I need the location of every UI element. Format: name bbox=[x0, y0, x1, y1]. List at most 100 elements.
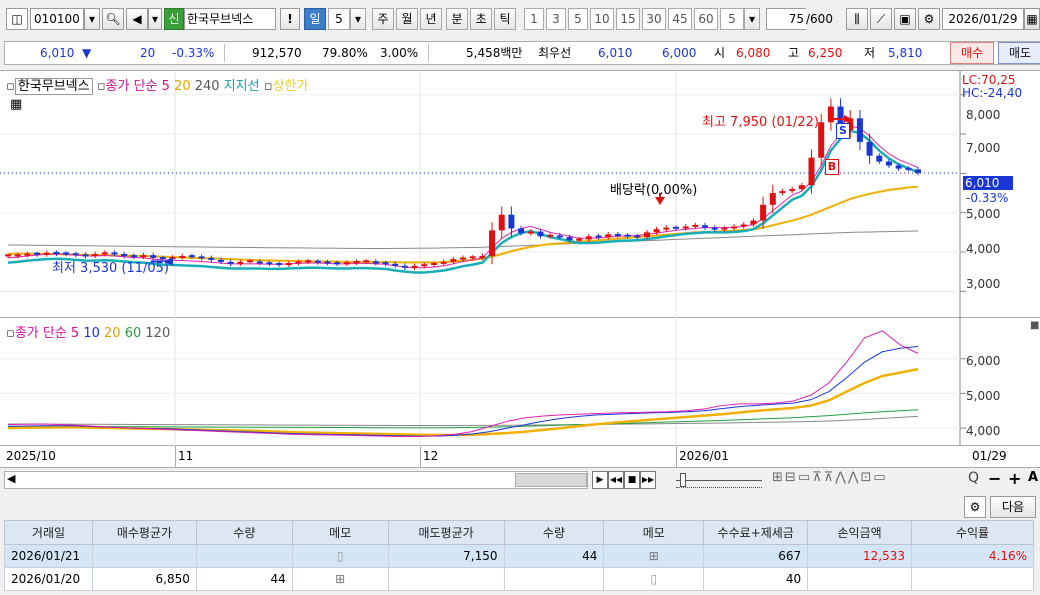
candle bbox=[305, 260, 312, 263]
minute-30[interactable]: 30 bbox=[642, 8, 666, 30]
next-button[interactable]: 다음 bbox=[990, 496, 1036, 518]
support-line bbox=[7, 129, 919, 274]
tool-icon: ▭ bbox=[797, 470, 813, 485]
window-menu-icon[interactable]: ◫ bbox=[6, 8, 28, 30]
col-header[interactable]: 매도평균가 bbox=[387, 520, 505, 545]
search-icon[interactable]: 🔍︎ bbox=[102, 8, 124, 30]
candle bbox=[440, 261, 447, 264]
tab-daily[interactable]: 일 bbox=[304, 8, 326, 30]
x-tick-label: 11 bbox=[178, 449, 194, 463]
candle bbox=[721, 227, 728, 230]
grid-icon[interactable]: ▦ bbox=[10, 97, 22, 112]
legend-stock: 한국무브넥스 bbox=[14, 78, 93, 95]
minute-5[interactable]: 5 bbox=[568, 8, 588, 30]
tick-label: 7,000 bbox=[966, 141, 1001, 155]
tab-second[interactable]: 초 bbox=[470, 8, 492, 30]
price-chart[interactable] bbox=[0, 71, 1040, 319]
sound-icon[interactable]: ◀︎ bbox=[126, 8, 148, 30]
stock-code-input[interactable]: 010100 bbox=[30, 8, 84, 30]
minute-custom-field[interactable]: 5 bbox=[720, 8, 744, 30]
memo-edit-icon[interactable]: ⊞ bbox=[291, 567, 389, 591]
day-count-dropdown-icon[interactable]: ▾ bbox=[350, 8, 366, 30]
minute-3[interactable]: 3 bbox=[546, 8, 566, 30]
save-icon[interactable]: ▣ bbox=[894, 8, 916, 30]
memo-edit-icon[interactable]: ⊞ bbox=[603, 544, 705, 568]
turnover: 3.00% bbox=[380, 46, 419, 60]
candle bbox=[731, 226, 738, 229]
info-button[interactable]: ! bbox=[280, 8, 300, 30]
candle bbox=[401, 265, 408, 268]
scroll-thumb[interactable] bbox=[515, 473, 587, 487]
low-label: 저 bbox=[864, 46, 876, 60]
minute-1[interactable]: 1 bbox=[524, 8, 544, 30]
candle bbox=[915, 169, 921, 173]
minute-10[interactable]: 10 bbox=[590, 8, 614, 30]
table-row[interactable]: 2026/01/21 ▯ 7,150 44 ⊞ 667 12,533 4.16% bbox=[4, 544, 1034, 568]
sell-button[interactable]: 매도 bbox=[998, 42, 1040, 64]
draw-line-icon[interactable]: ⟋ bbox=[870, 8, 892, 30]
minute-15[interactable]: 15 bbox=[616, 8, 640, 30]
tab-yearly[interactable]: 년 bbox=[420, 8, 442, 30]
minute-60[interactable]: 60 bbox=[694, 8, 718, 30]
candle bbox=[605, 234, 612, 238]
zoom-in-button[interactable]: + bbox=[1008, 469, 1021, 488]
col-header[interactable]: 수익률 bbox=[911, 520, 1034, 545]
candle bbox=[682, 226, 689, 229]
sound-dropdown-icon[interactable]: ▾ bbox=[148, 8, 162, 30]
drawing-tools[interactable]: ⊞⊟▭⊼⊼⋀⋀⊡▭ bbox=[772, 470, 888, 485]
volume-ratio: 79.80% bbox=[322, 46, 368, 60]
table-row[interactable]: 2026/01/20 6,850 44 ⊞ ▯ 40 bbox=[4, 567, 1034, 591]
day-count-field[interactable]: 5 bbox=[328, 8, 350, 30]
col-header[interactable]: 매수평균가 bbox=[91, 520, 197, 545]
tab-monthly[interactable]: 월 bbox=[396, 8, 418, 30]
candle bbox=[750, 220, 757, 225]
candle bbox=[702, 225, 709, 228]
fast-forward-button[interactable]: ▶▶ bbox=[640, 471, 656, 489]
tab-weekly[interactable]: 주 bbox=[372, 8, 394, 30]
legend-ma20: 20 bbox=[174, 79, 191, 94]
date-input[interactable]: 2026/01/29 bbox=[942, 8, 1024, 30]
ma20-line bbox=[7, 185, 919, 264]
col-header[interactable]: 수수료+제세금 bbox=[703, 520, 809, 545]
tick-label: 8,000 bbox=[966, 108, 1001, 122]
play-button[interactable]: ▶ bbox=[592, 471, 608, 489]
calendar-icon[interactable]: ▦ bbox=[1024, 8, 1040, 30]
buy-button[interactable]: 매수 bbox=[950, 42, 994, 64]
memo-icon[interactable]: ▯ bbox=[603, 567, 705, 591]
zoom-slider[interactable] bbox=[672, 471, 764, 489]
candle bbox=[614, 233, 621, 236]
gear-icon[interactable]: ⚙ bbox=[918, 8, 940, 30]
zoom-icon[interactable]: Q bbox=[968, 470, 979, 486]
col-header[interactable]: 메모 bbox=[291, 520, 389, 545]
minute-45[interactable]: 45 bbox=[668, 8, 692, 30]
scroll-bar[interactable]: ◀ bbox=[4, 471, 588, 489]
chart-type-icon[interactable]: ⫼ bbox=[846, 8, 868, 30]
ma-chart-panel[interactable]: ▫종가 단순 5 10 20 60 120 ■ 6,000 5,000 4,00… bbox=[0, 318, 1040, 446]
col-header[interactable]: 손익금액 bbox=[807, 520, 913, 545]
candle bbox=[760, 204, 767, 221]
tab-tick[interactable]: 틱 bbox=[494, 8, 516, 30]
col-header[interactable]: 메모 bbox=[603, 520, 705, 545]
zoom-slider-thumb bbox=[680, 473, 686, 487]
volume: 912,570 bbox=[252, 46, 302, 60]
memo-icon[interactable]: ▯ bbox=[291, 544, 389, 568]
rewind-button[interactable]: ◀◀ bbox=[608, 471, 624, 489]
price-chart-panel[interactable]: ▫ 한국무브넥스 ▫종가 단순 5 20 240 지지선 ▫상한가 ▦ LC:70… bbox=[0, 70, 1040, 319]
auto-scale-button[interactable]: A bbox=[1028, 470, 1038, 485]
minute-dropdown-icon[interactable]: ▾ bbox=[744, 8, 760, 30]
col-header[interactable]: 수량 bbox=[503, 520, 605, 545]
col-header[interactable]: 수량 bbox=[195, 520, 293, 545]
candle bbox=[508, 214, 515, 229]
gear-icon[interactable]: ⚙ bbox=[964, 496, 986, 518]
code-dropdown-icon[interactable]: ▾ bbox=[84, 8, 100, 30]
candle bbox=[740, 224, 747, 227]
scroll-left-icon[interactable]: ◀ bbox=[7, 472, 15, 485]
candle bbox=[818, 122, 825, 158]
stop-button[interactable]: ■ bbox=[624, 471, 640, 489]
zoom-out-button[interactable]: − bbox=[988, 469, 1001, 488]
tab-minute[interactable]: 분 bbox=[446, 8, 468, 30]
candle bbox=[256, 261, 263, 264]
count-input[interactable]: 75 bbox=[766, 8, 806, 30]
col-header[interactable]: 거래일 bbox=[4, 520, 93, 545]
candle bbox=[392, 263, 399, 266]
